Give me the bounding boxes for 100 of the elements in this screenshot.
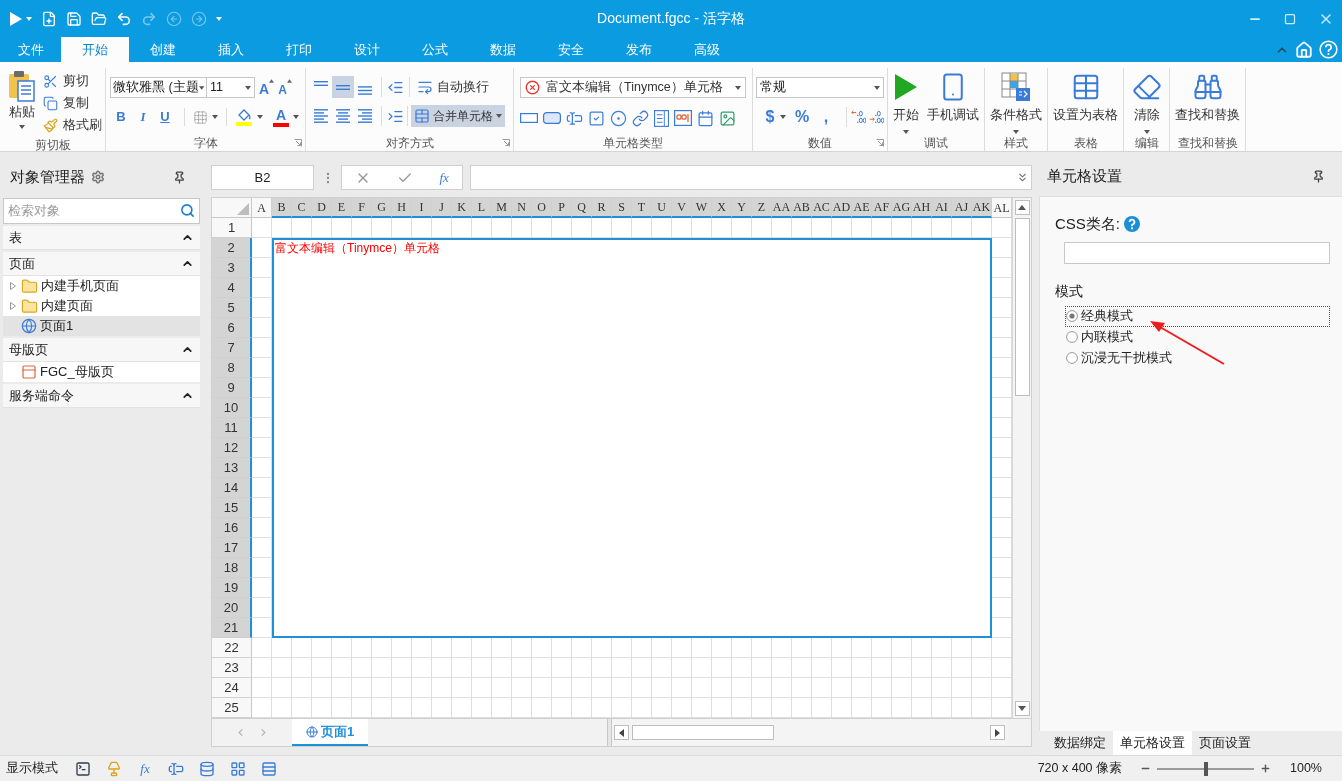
number-format-button[interactable]: , — [818, 107, 834, 127]
play-icon[interactable] — [10, 11, 22, 26]
dialog-launcher-icon[interactable] — [294, 139, 302, 147]
home-icon[interactable] — [1295, 40, 1313, 59]
button-shape-icon[interactable] — [543, 112, 561, 124]
scroll-thumb[interactable] — [1014, 218, 1030, 396]
paint-bucket-icon[interactable] — [235, 108, 253, 126]
clipboard-action-button[interactable]: 格式刷 — [42, 114, 103, 136]
grid-icon[interactable] — [230, 760, 246, 777]
calendar-icon[interactable] — [697, 109, 714, 127]
zoom-in-icon[interactable] — [1260, 763, 1271, 774]
ribbon-button[interactable]: 查找和替换 — [1173, 71, 1242, 123]
ribbon-button[interactable]: 条件格式 — [988, 71, 1044, 134]
search-icon[interactable] — [180, 203, 195, 218]
clipboard-action-button[interactable]: 复制 — [42, 92, 103, 114]
rows-icon[interactable] — [261, 760, 277, 777]
number-box-icon[interactable] — [674, 110, 692, 126]
panel-tab[interactable]: 数据绑定 — [1047, 731, 1113, 755]
italic-button[interactable]: I — [132, 107, 154, 127]
zoom-slider-thumb[interactable] — [1203, 761, 1208, 776]
section-header[interactable]: 表 — [3, 226, 200, 250]
css-class-input[interactable] — [1064, 241, 1330, 264]
scroll-down-icon[interactable] — [1018, 706, 1026, 711]
font-name-dropdown[interactable]: 微软雅黑 (主题 — [110, 77, 207, 98]
radio-icon[interactable] — [1066, 310, 1078, 322]
radio-icon[interactable] — [1066, 352, 1078, 364]
menu-tab[interactable]: 开始 — [61, 37, 129, 62]
expand-icon[interactable] — [1016, 171, 1029, 184]
scroll-left-icon[interactable] — [619, 728, 624, 737]
clipboard-action-button[interactable]: 剪切 — [42, 70, 103, 92]
pin-icon[interactable] — [1312, 169, 1325, 183]
scroll-up-icon[interactable] — [1018, 205, 1026, 210]
vertical-scrollbar[interactable] — [1012, 198, 1031, 718]
ribbon-button[interactable]: 清除 — [1129, 71, 1164, 134]
save-icon[interactable] — [66, 10, 82, 27]
text-input-icon[interactable] — [168, 760, 184, 777]
radio-option[interactable]: 内联模式 — [1065, 326, 1330, 348]
number-format-button[interactable]: $ — [762, 107, 778, 127]
number-format-button[interactable]: % — [794, 107, 810, 127]
tree-item[interactable]: 内建页面 — [3, 296, 200, 316]
paste-button[interactable]: 粘贴 — [7, 70, 37, 136]
decrease-decimal-icon[interactable] — [868, 108, 884, 126]
maximize-icon[interactable] — [1284, 12, 1296, 25]
grow-font-button[interactable]: A — [259, 77, 275, 98]
insert-function-button[interactable]: fx — [439, 167, 449, 188]
new-file-icon[interactable] — [41, 10, 57, 27]
checkbox-icon[interactable] — [588, 109, 605, 127]
underline-button[interactable]: U — [154, 107, 176, 127]
formula-input[interactable] — [470, 165, 1032, 190]
scroll-thumb[interactable] — [632, 725, 774, 740]
panel-tab[interactable]: 单元格设置 — [1113, 731, 1192, 755]
lamp-icon[interactable] — [106, 760, 122, 777]
undo-icon[interactable] — [116, 10, 132, 27]
search-field[interactable]: 检索对象 — [3, 198, 200, 224]
ribbon-button[interactable]: 开始 — [891, 71, 921, 134]
tree-item[interactable]: 页面1 — [3, 316, 200, 336]
name-box[interactable]: B2 — [211, 165, 314, 190]
text-box-icon[interactable] — [520, 113, 538, 123]
expand-triangle-icon[interactable] — [10, 302, 16, 310]
tree-item[interactable]: FGC_母版页 — [3, 362, 200, 382]
rich-text-cell[interactable]: 富文本编辑（Tinymce）单元格 — [272, 238, 992, 638]
link-icon[interactable] — [632, 109, 649, 127]
formula-button[interactable]: fx — [137, 758, 153, 779]
section-header[interactable]: 母版页 — [3, 338, 200, 362]
merge-cells-button[interactable]: 合并单元格 — [411, 105, 505, 127]
image-icon[interactable] — [719, 109, 736, 127]
section-header[interactable]: 服务端命令 — [3, 384, 200, 408]
radio-icon[interactable] — [610, 109, 627, 127]
panel-tab[interactable]: 页面设置 — [1192, 731, 1258, 755]
dialog-launcher-icon[interactable] — [876, 139, 884, 147]
expand-triangle-icon[interactable] — [10, 282, 16, 290]
increase-decimal-icon[interactable] — [850, 108, 866, 126]
help-icon[interactable] — [1124, 216, 1140, 233]
align-middle-button[interactable] — [332, 76, 354, 98]
terminal-icon[interactable] — [75, 760, 91, 777]
database-icon[interactable] — [199, 760, 215, 777]
list-box-icon[interactable] — [654, 109, 669, 127]
cell-type-dropdown[interactable]: 富文本编辑（Tinymce）单元格 — [520, 77, 746, 98]
border-icon[interactable] — [193, 109, 208, 125]
bold-button[interactable]: B — [110, 107, 132, 127]
ribbon-button[interactable]: 手机调试 — [925, 71, 981, 134]
select-all-triangle-icon[interactable] — [237, 203, 249, 215]
tree-item[interactable]: 内建手机页面 — [3, 276, 200, 296]
font-size-dropdown[interactable]: 11 — [207, 77, 255, 98]
number-format-dropdown[interactable]: 常规 — [756, 77, 884, 98]
settings-icon[interactable] — [91, 170, 105, 184]
shrink-font-button[interactable]: A — [278, 77, 292, 98]
wrap-text-button[interactable]: 自动换行 — [415, 76, 491, 98]
radio-icon[interactable] — [1066, 331, 1078, 343]
pin-icon[interactable] — [173, 170, 186, 184]
dialog-launcher-icon[interactable] — [502, 139, 510, 147]
radio-option[interactable]: 沉浸无干扰模式 — [1065, 347, 1330, 369]
section-header[interactable]: 页面 — [3, 252, 200, 276]
text-input-icon[interactable] — [566, 109, 583, 127]
help-icon[interactable] — [1319, 40, 1338, 59]
folder-icon[interactable] — [91, 10, 107, 27]
sheet-tab[interactable]: 页面1 — [292, 719, 368, 746]
scroll-right-icon[interactable] — [995, 728, 1000, 737]
font-color-button[interactable]: A — [273, 107, 289, 127]
ribbon-button[interactable]: 设置为表格 — [1051, 71, 1120, 123]
